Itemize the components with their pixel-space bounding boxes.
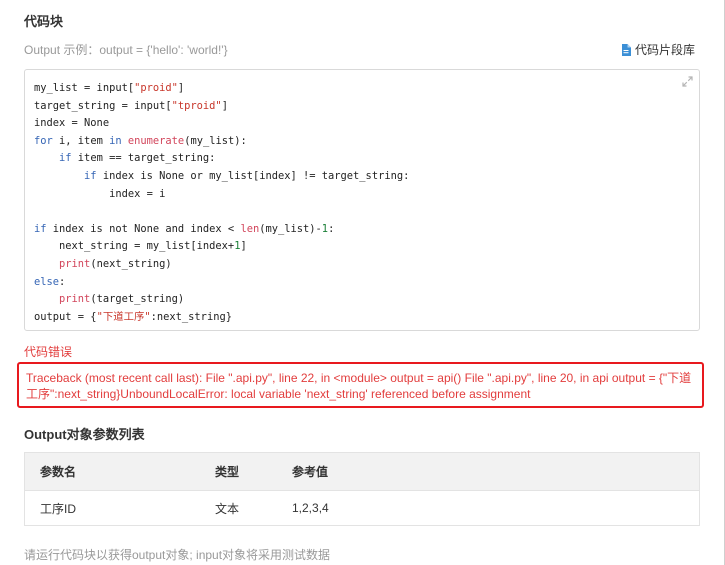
code-token: my_list = input[ <box>34 82 135 94</box>
params-table: 参数名 类型 参考值 工序ID 文本 1,2,3,4 <box>24 452 700 526</box>
code-token: in <box>109 134 122 147</box>
code-token: next_string = my_list[index+ <box>34 240 235 253</box>
code-token: ] <box>221 99 228 112</box>
table-header: 参数名 类型 参考值 <box>25 453 699 491</box>
section-title: 代码块 <box>24 14 64 29</box>
code-token: for <box>34 134 53 147</box>
code-token: if <box>34 222 47 235</box>
code-editor[interactable]: my_list = input["proid"] target_string = … <box>24 69 700 331</box>
code-token: ] <box>177 82 185 94</box>
code-token: (target_string) <box>90 293 185 306</box>
output-example-hint: Output 示例：output = {'hello': 'world!'} <box>24 43 228 57</box>
footer-note: 请运行代码块以获得output对象; input对象将采用测试数据 <box>24 548 331 562</box>
cell-type: 文本 <box>215 501 240 516</box>
code-token: : <box>328 222 335 235</box>
code-token: print <box>59 293 91 306</box>
header-type: 类型 <box>215 465 240 479</box>
code-line: index = i <box>34 186 409 204</box>
code-line: next_string = my_list[index+1] <box>34 238 409 256</box>
code-line: if item == target_string: <box>34 150 409 168</box>
code-token: target_string = input[ <box>34 99 172 112</box>
code-token: index = None <box>34 117 110 130</box>
code-token: enumerate <box>127 134 185 147</box>
code-line: if index is not None and index < len(my_… <box>34 221 409 239</box>
code-token: if <box>59 152 72 165</box>
code-token: output = { <box>34 310 97 323</box>
code-token: index is not None and index < <box>46 222 241 235</box>
code-token: print <box>59 257 91 270</box>
code-token: "proid" <box>134 82 178 94</box>
code-token: if <box>84 169 97 182</box>
code-line: output = {"下道工序":next_string} <box>34 309 409 327</box>
code-token: i, item <box>52 134 110 147</box>
code-token: else <box>34 275 60 288</box>
code-token: "下道工序" <box>96 310 151 323</box>
code-token: ] <box>240 240 247 253</box>
code-line: my_list = input["proid"] <box>34 80 409 98</box>
code-token: "tproid" <box>171 99 222 112</box>
header-reference-value: 参考值 <box>292 465 329 479</box>
code-token: index = i <box>34 187 166 200</box>
code-token: :next_string} <box>150 310 232 323</box>
code-lines: my_list = input["proid"] target_string = … <box>34 80 409 326</box>
cell-param-name: 工序ID <box>40 501 77 516</box>
code-line: for i, item in enumerate(my_list): <box>34 133 409 151</box>
cell-reference-value: 1,2,3,4 <box>292 501 329 515</box>
code-token: (next_string) <box>90 257 172 270</box>
code-line: if index is None or my_list[index] != ta… <box>34 168 409 186</box>
header-param-name: 参数名 <box>40 465 77 479</box>
code-token: len <box>240 222 260 235</box>
error-title: 代码错误 <box>24 345 73 359</box>
code-line: index = None <box>34 115 409 133</box>
error-message: Traceback (most recent call last): File … <box>26 371 692 401</box>
code-line: print(next_string) <box>34 256 409 274</box>
document-icon <box>621 43 631 56</box>
code-block-panel: 代码块 Output 示例：output = {'hello': 'world!… <box>0 0 725 565</box>
code-line: target_string = input["tproid"] <box>34 98 409 116</box>
params-title: Output对象参数列表 <box>24 427 145 442</box>
code-line: print(target_string) <box>34 291 409 309</box>
code-token: (my_list): <box>184 134 247 147</box>
snippet-library-label: 代码片段库 <box>634 43 695 57</box>
error-message-box: Traceback (most recent call last): File … <box>17 362 704 408</box>
code-line: else: <box>34 274 409 292</box>
snippet-library-link[interactable]: 代码片段库 <box>621 41 695 58</box>
table-row: 工序ID 文本 1,2,3,4 <box>25 491 699 525</box>
expand-icon[interactable] <box>682 74 693 92</box>
code-token: index is None or my_list[index] != targe… <box>96 169 410 182</box>
code-token: (my_list)- <box>259 222 322 235</box>
code-token: item == target_string: <box>71 152 216 165</box>
code-token: : <box>59 275 66 288</box>
